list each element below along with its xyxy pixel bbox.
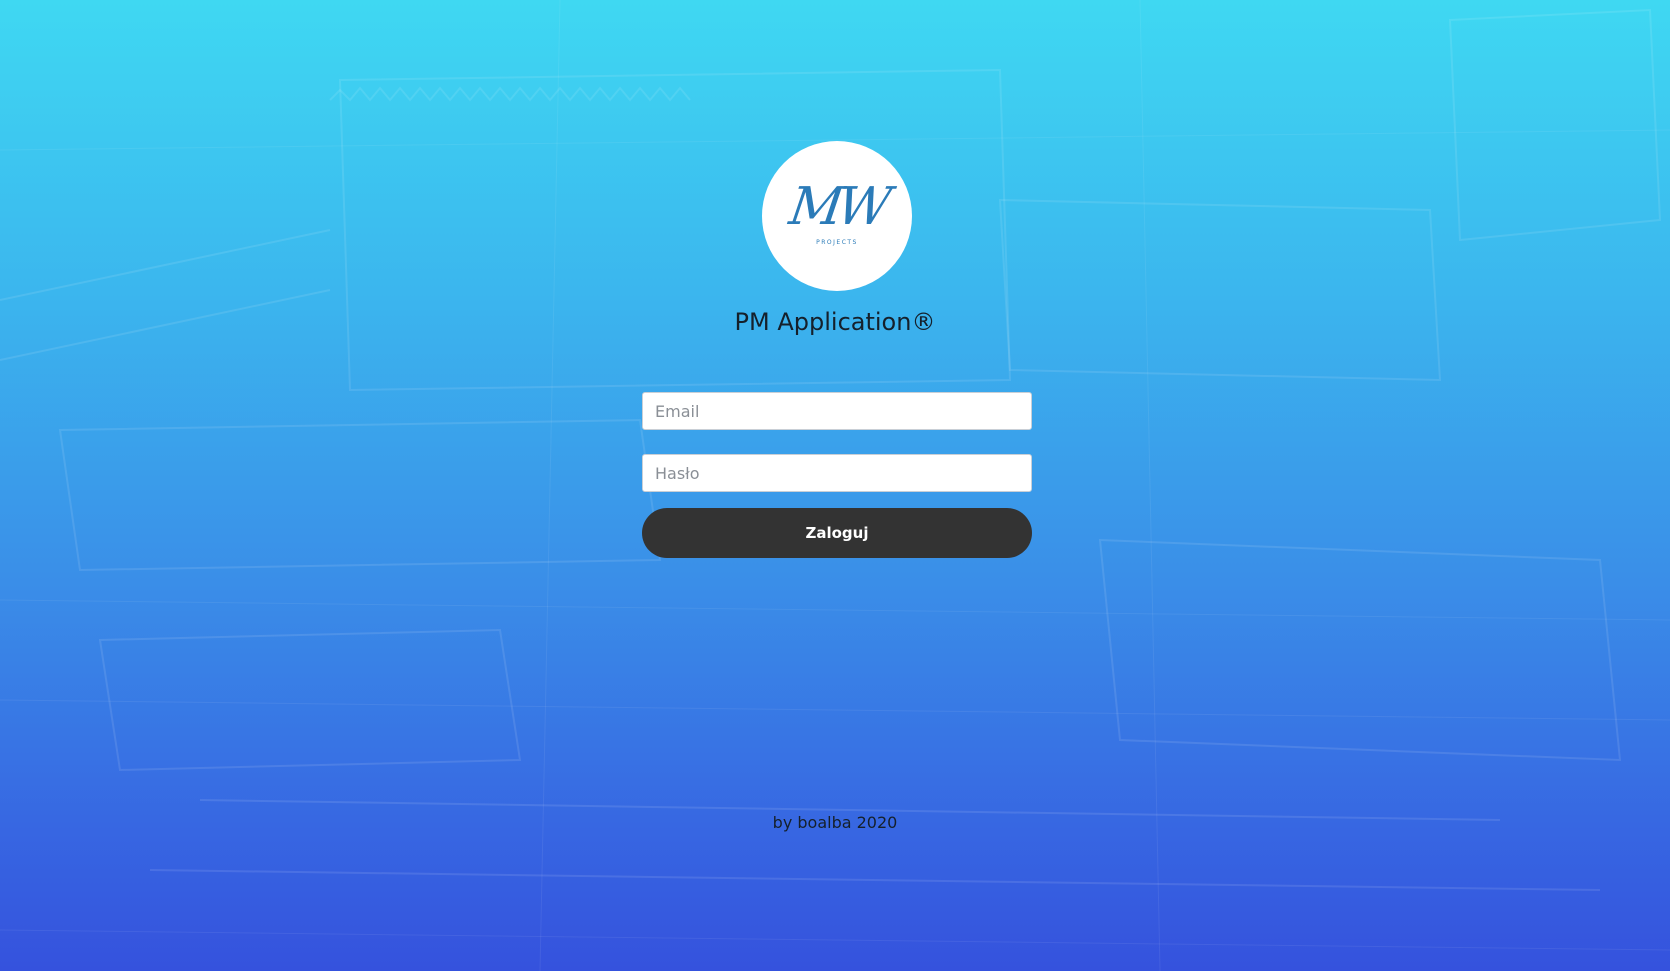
password-field[interactable] xyxy=(642,454,1032,492)
login-button[interactable]: Zaloguj xyxy=(642,508,1032,558)
app-title: PM Application® xyxy=(734,308,936,336)
logo-mark: MW xyxy=(785,176,889,237)
mw-projects-logo: MW PROJECTS xyxy=(762,141,912,291)
email-field[interactable] xyxy=(642,392,1032,430)
footer-credit: by boalba 2020 xyxy=(772,813,898,832)
logo-subtitle: PROJECTS xyxy=(816,238,858,246)
